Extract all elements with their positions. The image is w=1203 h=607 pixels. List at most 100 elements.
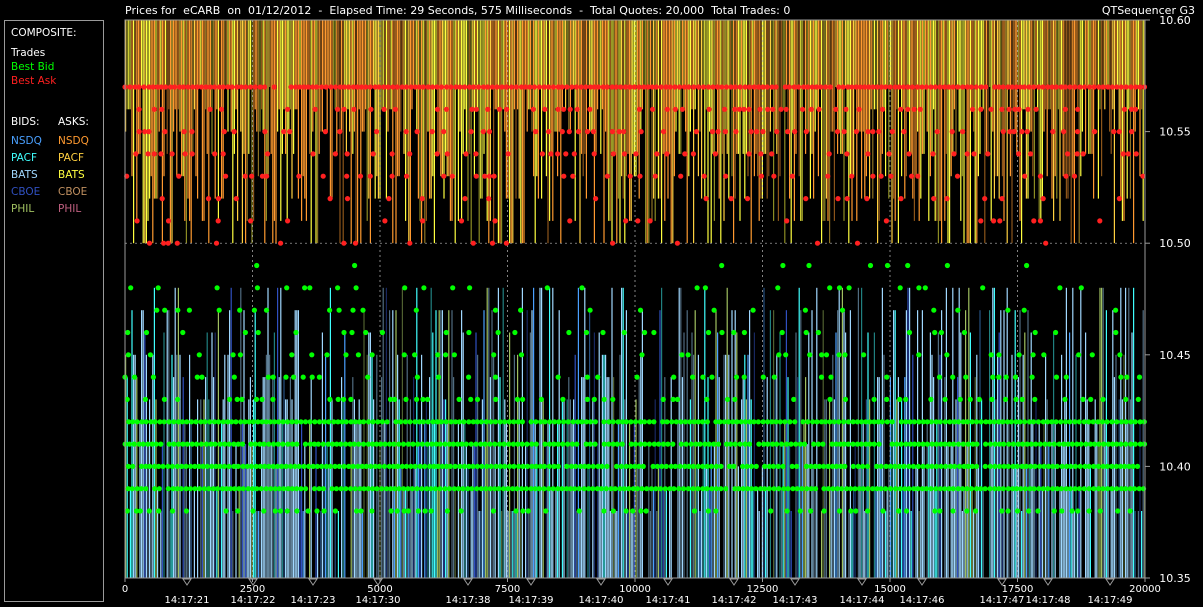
best-bid-marker bbox=[301, 463, 307, 469]
best-bid-marker bbox=[566, 329, 572, 336]
best-bid-marker bbox=[283, 463, 289, 469]
ask-bar bbox=[953, 20, 955, 110]
ask-bar bbox=[833, 20, 835, 221]
best-bid-marker bbox=[396, 441, 402, 447]
bid-bar bbox=[272, 377, 274, 578]
best-bid-marker bbox=[492, 307, 499, 313]
best-bid-marker bbox=[802, 307, 809, 313]
best-ask-marker bbox=[463, 151, 469, 157]
best-bid-marker bbox=[572, 486, 578, 492]
best-bid-marker bbox=[805, 419, 811, 425]
best-ask-marker bbox=[1128, 84, 1134, 90]
best-bid-marker bbox=[1003, 374, 1009, 380]
best-bid-marker bbox=[951, 441, 957, 447]
best-bid-marker bbox=[574, 441, 580, 447]
best-bid-marker bbox=[178, 486, 184, 492]
best-bid-marker bbox=[842, 463, 848, 469]
ask-bar bbox=[449, 20, 451, 221]
bid-bar bbox=[369, 332, 371, 578]
ask-bar bbox=[552, 20, 554, 221]
best-bid-marker bbox=[1046, 441, 1053, 447]
ask-bar bbox=[203, 20, 205, 221]
bid-bar bbox=[851, 511, 853, 578]
best-ask-marker bbox=[744, 196, 751, 202]
best-bid-marker bbox=[1072, 419, 1078, 425]
best-ask-marker bbox=[880, 106, 886, 112]
best-ask-marker bbox=[917, 106, 923, 112]
best-bid-marker bbox=[1086, 508, 1092, 514]
bid-bar bbox=[600, 488, 602, 578]
best-bid-marker bbox=[583, 329, 590, 336]
best-ask-marker bbox=[792, 129, 798, 135]
ask-bar bbox=[941, 20, 943, 244]
best-bid-marker bbox=[352, 262, 358, 269]
best-ask-marker bbox=[658, 84, 664, 90]
best-bid-marker bbox=[343, 441, 349, 447]
best-bid-marker bbox=[1080, 396, 1086, 402]
best-bid-marker bbox=[1045, 486, 1051, 492]
best-bid-marker bbox=[708, 463, 715, 469]
ask-bar bbox=[361, 20, 363, 132]
best-ask-marker bbox=[320, 173, 326, 179]
bid-bar bbox=[174, 287, 176, 578]
ask-bar bbox=[704, 20, 706, 199]
best-ask-marker bbox=[441, 173, 447, 179]
best-bid-marker bbox=[871, 396, 877, 402]
best-bid-marker bbox=[1031, 486, 1037, 492]
best-ask-marker bbox=[1043, 240, 1049, 246]
ask-bar bbox=[886, 20, 888, 87]
best-ask-marker bbox=[970, 106, 976, 112]
bid-bar bbox=[302, 511, 304, 578]
best-ask-marker bbox=[504, 106, 510, 112]
best-bid-marker bbox=[525, 508, 531, 514]
best-ask-marker bbox=[754, 129, 760, 135]
best-ask-marker bbox=[637, 173, 643, 179]
ask-bar bbox=[913, 20, 915, 221]
best-bid-marker bbox=[483, 486, 489, 492]
bid-bar bbox=[798, 287, 800, 578]
best-bid-marker bbox=[1035, 419, 1041, 425]
bid-bar bbox=[414, 466, 416, 578]
best-bid-marker bbox=[982, 486, 988, 492]
best-bid-marker bbox=[791, 396, 797, 402]
best-ask-marker bbox=[931, 196, 937, 202]
best-ask-marker bbox=[505, 151, 511, 157]
best-bid-marker bbox=[950, 486, 956, 492]
best-ask-marker bbox=[1062, 84, 1068, 90]
best-bid-marker bbox=[1026, 508, 1032, 514]
best-ask-marker bbox=[674, 240, 681, 246]
best-bid-marker bbox=[221, 463, 228, 469]
best-bid-marker bbox=[147, 463, 153, 469]
best-bid-marker bbox=[713, 486, 719, 492]
best-bid-marker bbox=[391, 441, 397, 447]
bid-bar bbox=[256, 511, 258, 578]
best-bid-marker bbox=[369, 352, 375, 358]
best-ask-marker bbox=[997, 218, 1003, 224]
ask-bar bbox=[880, 20, 882, 177]
best-bid-marker bbox=[193, 419, 199, 425]
best-ask-marker bbox=[389, 173, 395, 179]
best-ask-marker bbox=[215, 218, 221, 224]
ask-bar bbox=[477, 20, 479, 110]
best-bid-marker bbox=[343, 352, 349, 358]
best-bid-marker bbox=[1123, 486, 1129, 492]
x-tick-label: 20000 bbox=[1129, 584, 1161, 595]
best-ask-marker bbox=[468, 129, 474, 135]
bid-bar bbox=[630, 511, 632, 578]
bid-bar bbox=[873, 332, 875, 578]
best-bid-marker bbox=[584, 374, 591, 380]
best-bid-marker bbox=[1037, 441, 1043, 447]
ask-bar bbox=[859, 20, 861, 132]
bid-bar bbox=[552, 287, 554, 578]
bid-bar bbox=[499, 377, 501, 578]
best-ask-marker bbox=[816, 106, 822, 112]
best-bid-marker bbox=[1069, 508, 1075, 514]
best-ask-marker bbox=[567, 218, 573, 224]
ask-bar bbox=[864, 20, 866, 199]
best-bid-marker bbox=[518, 307, 524, 313]
bid-bar bbox=[859, 466, 861, 578]
best-bid-marker bbox=[150, 374, 156, 380]
bid-bar bbox=[1113, 377, 1115, 578]
best-ask-marker bbox=[715, 129, 721, 135]
ask-bar bbox=[657, 20, 659, 199]
